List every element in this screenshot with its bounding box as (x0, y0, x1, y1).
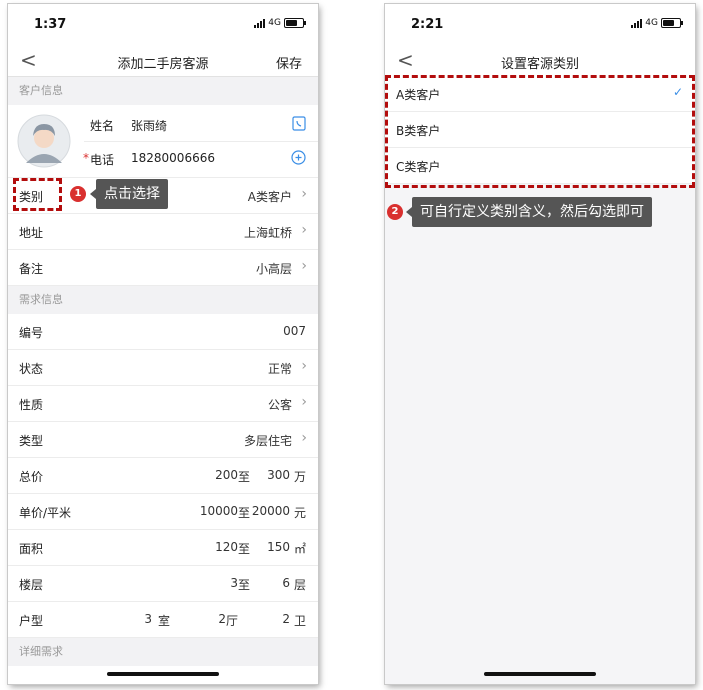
chevron-right-icon: › (301, 186, 307, 202)
page-title: 设置客源类别 (500, 57, 579, 72)
layout-label: 户型 (19, 614, 44, 628)
nav-bar: < 添加二手房客源 保存 (8, 44, 318, 77)
battery-icon (284, 18, 306, 28)
unit-label: 层 (293, 578, 306, 592)
page-title: 添加二手房客源 (117, 57, 209, 72)
section-header-detail: 详细需求 (8, 638, 318, 666)
highlight-category-box (13, 178, 62, 211)
range-separator: 至 (237, 578, 250, 592)
name-label: 姓名 (90, 119, 115, 133)
layout-row: 户型 3 室 2 厅 2 卫 (8, 602, 318, 638)
nature-label: 性质 (19, 398, 44, 412)
address-value: 上海虹桥 (243, 226, 292, 240)
area-from[interactable]: 120 (215, 540, 238, 554)
signal-icon (631, 18, 643, 28)
status-row[interactable]: 状态 正常 › (8, 350, 318, 386)
unit-label: 万 (293, 470, 306, 484)
range-separator: 至 (237, 470, 250, 484)
number-row[interactable]: 编号 007 (8, 314, 318, 350)
range-separator: 至 (237, 506, 250, 520)
total-price-label: 总价 (19, 470, 44, 484)
phone-screen-set-category: 2:21 4G < 设置客源类别 A类客户 ✓ B类客户 C类客户 2 可自行定… (385, 4, 695, 684)
remark-value: 小高层 (255, 262, 292, 276)
baths-value[interactable]: 2 (282, 612, 290, 626)
home-indicator[interactable] (107, 672, 219, 676)
unit-price-to[interactable]: 20000 (252, 504, 290, 518)
floor-from[interactable]: 3 (230, 576, 238, 590)
total-price-from[interactable]: 200 (215, 468, 238, 482)
network-label: 4G (645, 18, 658, 28)
step-badge-2: 2 (387, 204, 403, 220)
status-label: 状态 (19, 362, 44, 376)
section-header-customer: 客户信息 (8, 77, 318, 105)
address-label: 地址 (19, 226, 44, 240)
name-value[interactable]: 张雨绮 (131, 117, 167, 134)
step-badge-1: 1 (70, 186, 86, 202)
halls-value[interactable]: 2 (218, 612, 226, 626)
unit-price-label: 单价/平米 (19, 506, 72, 520)
battery-icon (661, 18, 683, 28)
callout-tip-2: 可自行定义类别含义，然后勾选即可 (406, 197, 652, 227)
area-label: 面积 (19, 542, 44, 556)
unit-price-from[interactable]: 10000 (200, 504, 238, 518)
rooms-value[interactable]: 3 (144, 612, 152, 626)
unit-label: ㎡ (293, 542, 306, 556)
avatar[interactable] (17, 114, 71, 168)
remark-row[interactable]: 备注 小高层 › (8, 250, 318, 286)
status-time: 1:37 (34, 17, 67, 32)
highlight-options-box (385, 75, 695, 188)
chevron-right-icon: › (301, 394, 307, 410)
contact-book-icon[interactable] (292, 116, 306, 131)
section-header-demand: 需求信息 (8, 286, 318, 314)
save-button[interactable]: 保存 (276, 53, 302, 72)
chevron-right-icon: › (301, 430, 307, 446)
area-to[interactable]: 150 (267, 540, 290, 554)
total-price-to[interactable]: 300 (267, 468, 290, 482)
home-indicator[interactable] (484, 672, 596, 676)
phone-label: 电话 (90, 153, 115, 167)
remark-label: 备注 (19, 262, 44, 276)
status-value: 正常 (267, 362, 292, 376)
rooms-unit: 室 (157, 614, 170, 628)
status-bar: 2:21 4G (385, 4, 695, 44)
halls-unit: 厅 (225, 614, 238, 628)
range-separator: 至 (237, 542, 250, 556)
callout-tip-1: 点击选择 (90, 179, 168, 209)
required-mark: * (83, 151, 89, 165)
phone-screen-add-customer: 1:37 4G < 添加二手房客源 保存 客户信息 姓名 张雨绮 * 电话 18… (8, 4, 318, 684)
area-row: 面积 120 至 150 ㎡ (8, 530, 318, 566)
network-label: 4G (268, 18, 281, 28)
total-price-row: 总价 200 至 300 万 (8, 458, 318, 494)
floor-to[interactable]: 6 (282, 576, 290, 590)
baths-unit: 卫 (293, 614, 306, 628)
category-value: A类客户 (247, 190, 292, 204)
type-row[interactable]: 类型 多层住宅 › (8, 422, 318, 458)
status-time: 2:21 (411, 17, 444, 32)
number-label: 编号 (19, 326, 44, 340)
unit-price-row: 单价/平米 10000 至 20000 元 (8, 494, 318, 530)
address-row[interactable]: 地址 上海虹桥 › (8, 214, 318, 250)
number-value: 007 (283, 324, 306, 338)
chevron-right-icon: › (301, 258, 307, 274)
type-label: 类型 (19, 434, 44, 448)
plus-circle-icon[interactable] (291, 150, 306, 165)
chevron-right-icon: › (301, 358, 307, 374)
type-value: 多层住宅 (243, 434, 292, 448)
chevron-right-icon: › (301, 222, 307, 238)
status-bar: 1:37 4G (8, 4, 318, 44)
phone-value[interactable]: 18280006666 (131, 151, 215, 165)
customer-info-block: 姓名 张雨绮 * 电话 18280006666 (8, 105, 318, 178)
floor-label: 楼层 (19, 578, 44, 592)
nature-value: 公客 (267, 398, 292, 412)
unit-label: 元 (293, 506, 306, 520)
signal-icon (254, 18, 266, 28)
floor-row: 楼层 3 至 6 层 (8, 566, 318, 602)
nature-row[interactable]: 性质 公客 › (8, 386, 318, 422)
nav-bar: < 设置客源类别 (385, 44, 695, 77)
